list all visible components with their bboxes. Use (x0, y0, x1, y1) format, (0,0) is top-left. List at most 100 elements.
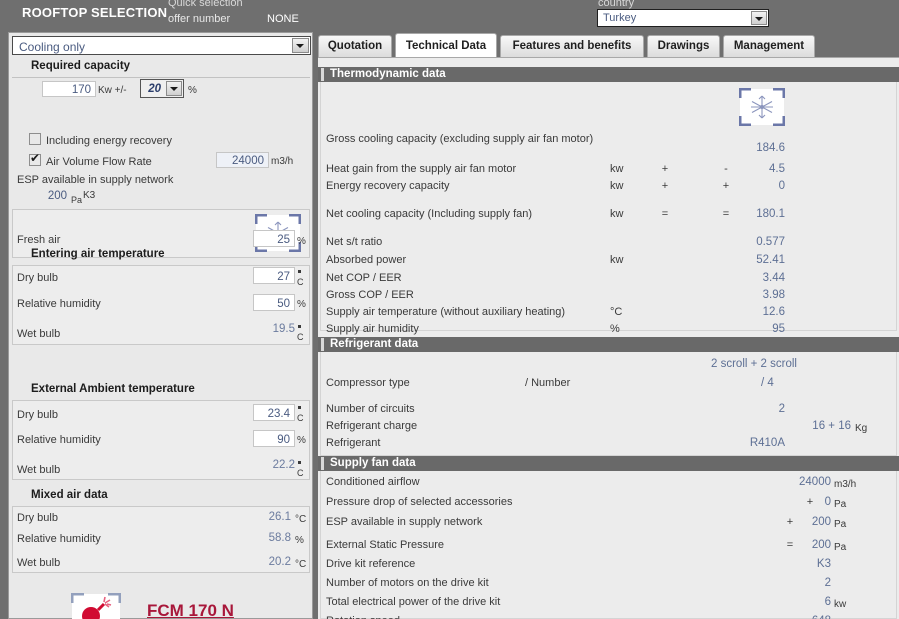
row-label: Net COP / EER (326, 272, 402, 284)
row-operator: + (661, 163, 669, 175)
air-volume-input[interactable]: 24000 (216, 152, 269, 168)
row-label: Energy recovery capacity (326, 180, 450, 192)
row-label: Absorbed power (326, 254, 407, 266)
mixed-air-title: Mixed air data (31, 489, 108, 501)
required-capacity-title: Required capacity (31, 60, 131, 72)
entering-wet-bulb-unit: C (297, 332, 304, 342)
air-volume-unit: m3/h (271, 156, 294, 167)
technical-data-panel: Thermodynamic data Gross cooling capacit… (318, 58, 899, 619)
row-label: Gross COP / EER (326, 289, 414, 301)
esp-unit: Pa (71, 195, 83, 205)
esp-value-display[interactable]: 200 (23, 188, 69, 204)
row-label: Total electrical power of the drive kit (326, 596, 501, 608)
product-model-link[interactable]: FCM 170 N (147, 601, 234, 619)
required-capacity-value: 170 (71, 84, 91, 96)
entering-wet-bulb-label: Wet bulb (17, 328, 61, 340)
air-volume-value: 24000 (232, 155, 264, 167)
energy-recovery-checkbox[interactable] (29, 133, 41, 145)
tab-quotation[interactable]: Quotation (318, 35, 392, 57)
thermodynamic-data-title: Thermodynamic data (330, 68, 446, 80)
row-label: Number of motors on the drive kit (326, 577, 489, 589)
row-value-unit: kw (834, 599, 847, 610)
row-value: K3 (816, 558, 831, 570)
row-label: Refrigerant charge (326, 420, 418, 432)
country-label: country (598, 0, 635, 9)
tolerance-select[interactable]: 20 (140, 79, 184, 98)
row-operator: + (661, 180, 669, 192)
row-unit: kw (610, 180, 624, 192)
compressor-type-value: 2 scroll + 2 scroll (711, 358, 797, 370)
external-wet-bulb-unit: C (297, 468, 304, 478)
entering-rh-value: 50 (277, 298, 290, 310)
chevron-down-icon[interactable] (292, 38, 309, 53)
row-value-unit: Kg (855, 423, 868, 434)
external-rh-value: 90 (277, 434, 290, 446)
row-value: 4.5 (769, 163, 785, 175)
row-value: 200 (811, 516, 831, 528)
mixed-wet-bulb-value: 20.2 (268, 556, 291, 568)
external-dry-bulb-unit: C (297, 413, 304, 423)
esp-value: 200 (47, 190, 67, 202)
tolerance-value: 20 (148, 83, 161, 95)
operating-mode-select[interactable]: Cooling only (12, 36, 311, 55)
row-operator: = (661, 208, 669, 220)
external-dry-bulb-input[interactable]: 23.4 (253, 404, 295, 421)
external-rh-unit: % (297, 435, 306, 446)
fresh-air-unit: % (297, 236, 306, 247)
rooftop-selection-window: ROOFTOP SELECTION Quick selection offer … (0, 0, 899, 619)
external-dry-bulb-value: 23.4 (267, 408, 290, 420)
row-value: 0 (778, 180, 785, 192)
thermodynamic-data-header: Thermodynamic data (318, 67, 899, 82)
mixed-wet-bulb-label: Wet bulb (17, 557, 61, 569)
row-value: 12.6 (762, 306, 785, 318)
row-unit: kw (610, 254, 624, 266)
chevron-down-icon[interactable] (751, 11, 767, 25)
external-ambient-title: External Ambient temperature (31, 383, 195, 395)
entering-rh-input[interactable]: 50 (253, 294, 295, 311)
compressor-number-value: / 4 (761, 377, 774, 389)
row-unit: % (610, 323, 620, 335)
mixed-dry-bulb-label: Dry bulb (17, 512, 58, 524)
row-value: 3.98 (762, 289, 785, 301)
country-select[interactable]: Turkey (597, 9, 769, 27)
row-value: R410A (749, 437, 785, 449)
fresh-air-input[interactable]: 25 (253, 230, 295, 247)
row-value-unit: Pa (834, 519, 847, 530)
mixed-wet-bulb-unit: °C (295, 559, 307, 570)
mixed-rh-unit: % (295, 535, 304, 546)
row-unit: / Number (525, 377, 571, 389)
selection-input-panel: Cooling only Required capacity 170 Kw +/… (8, 32, 313, 619)
row-label: Pressure drop of selected accessories (326, 496, 513, 508)
chevron-down-icon[interactable] (166, 81, 182, 96)
required-capacity-input[interactable]: 170 (42, 81, 96, 97)
esp-label: ESP available in supply network (17, 174, 174, 186)
air-volume-checkbox[interactable] (29, 151, 41, 166)
entering-dry-bulb-input[interactable]: 27 (253, 267, 295, 284)
row-unit: kw (610, 163, 624, 175)
row-value: 16 + 16 (812, 420, 851, 432)
section-accent-bar (321, 68, 324, 81)
row-value: 184.6 (756, 142, 785, 154)
mixed-rh-label: Relative humidity (17, 533, 101, 545)
row-label: Net s/t ratio (326, 236, 383, 248)
mixed-dry-bulb-value: 26.1 (268, 511, 291, 523)
row-value: 0.577 (756, 236, 785, 248)
tab-drawings[interactable]: Drawings (647, 35, 720, 57)
row-value: 200 (811, 539, 831, 551)
thermodynamic-data-body: Gross cooling capacity (excluding supply… (320, 82, 897, 335)
mixed-dry-bulb-unit: °C (295, 514, 307, 525)
fresh-air-label: Fresh air (17, 234, 61, 246)
external-wet-bulb-value: 22.2 (272, 459, 295, 471)
refrigerant-data-body: 2 scroll + 2 scroll Compressor type / Nu… (320, 352, 897, 456)
supply-fan-data-header: Supply fan data (318, 456, 899, 471)
external-rh-input[interactable]: 90 (253, 430, 295, 447)
row-label: Compressor type (326, 377, 410, 389)
row-unit: °C (610, 306, 623, 318)
tab-management[interactable]: Management (723, 35, 815, 57)
tab-technical-data[interactable]: Technical Data (395, 33, 497, 58)
tab-features-and-benefits[interactable]: Features and benefits (500, 35, 644, 57)
row-value-unit: Pa (834, 542, 847, 553)
app-title: ROOFTOP SELECTION (22, 5, 168, 20)
external-wet-bulb-label: Wet bulb (17, 464, 61, 476)
row-label: ESP available in supply network (326, 516, 483, 528)
